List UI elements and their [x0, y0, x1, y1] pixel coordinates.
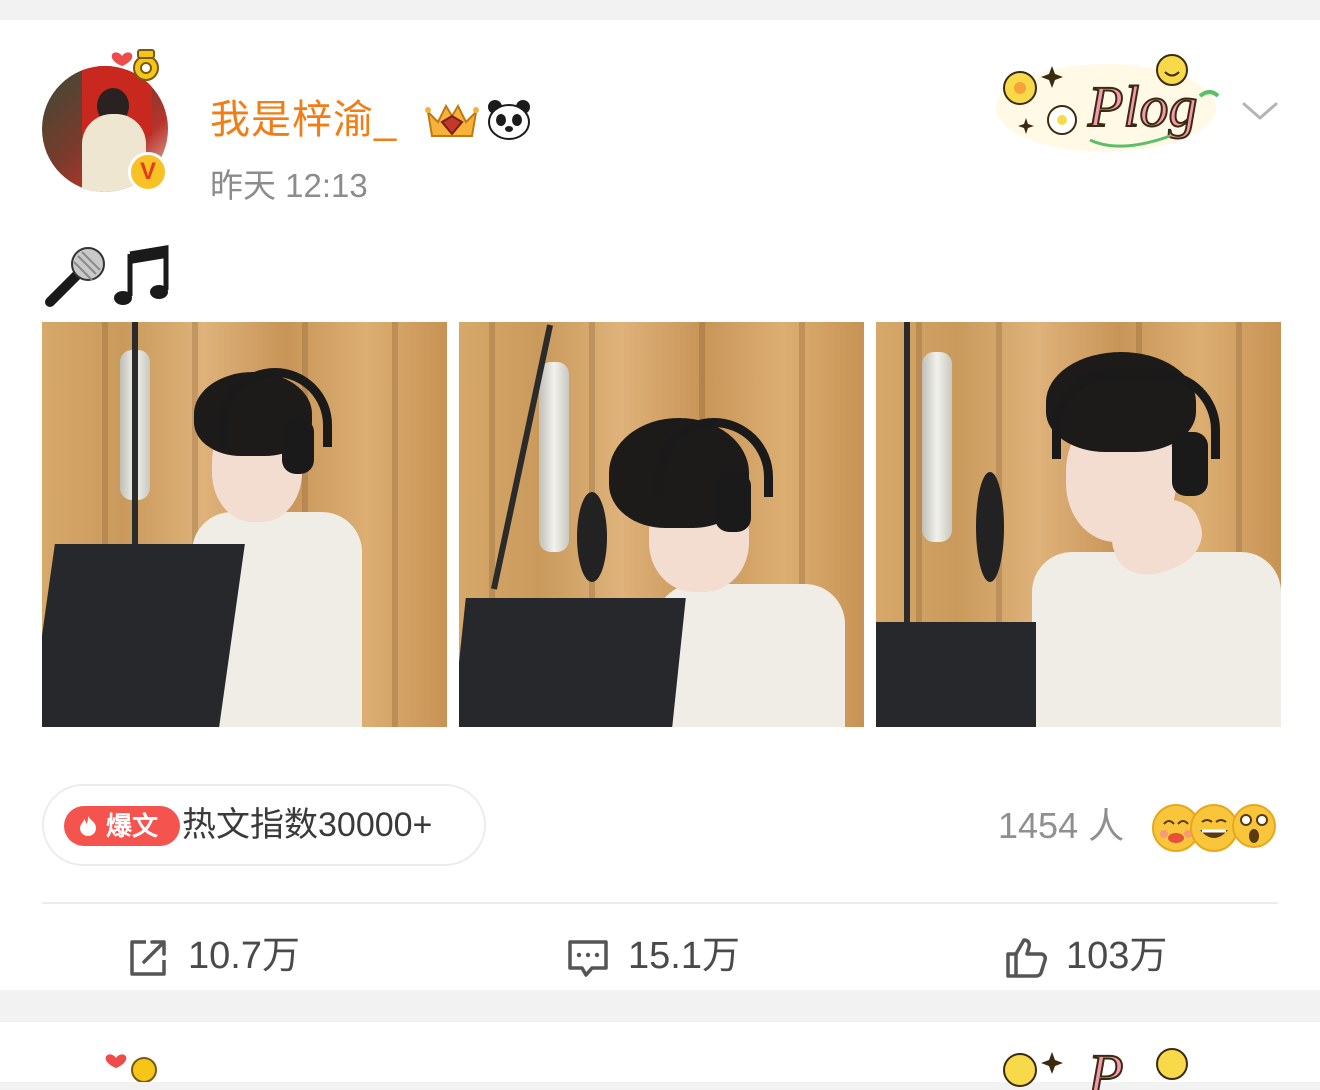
fire-icon	[80, 816, 96, 836]
reaction-emoji-icons[interactable]	[1150, 800, 1278, 854]
thumbs-up-icon	[1006, 938, 1047, 978]
reaction-count[interactable]: 1454 人	[998, 804, 1124, 848]
next-post-card[interactable]: P	[0, 1022, 1320, 1090]
svg-text:Plog: Plog	[1087, 74, 1198, 139]
svg-text:P: P	[1087, 1042, 1123, 1090]
post-time: 昨天 12:13	[210, 167, 368, 204]
post-image-1[interactable]	[42, 322, 447, 727]
plog-sticker-icon: P	[1003, 1041, 1188, 1090]
hot-post-badge[interactable]: 爆文 热文指数30000+	[42, 784, 486, 866]
panda-icon	[488, 100, 530, 140]
comment-count: 15.1万	[628, 935, 740, 977]
hot-tag: 爆文	[64, 806, 180, 846]
crown-badge-icon	[425, 103, 479, 137]
repost-icon	[130, 940, 166, 976]
hot-tag-label: 爆文	[106, 811, 159, 841]
post-image-3[interactable]	[876, 322, 1281, 727]
verified-badge-icon: V	[128, 152, 168, 192]
repost-count: 10.7万	[188, 935, 300, 977]
avatar-decoration-icon	[111, 49, 159, 81]
post-image-2[interactable]	[459, 322, 864, 727]
plog-sticker-icon: Plog	[996, 54, 1220, 152]
hot-index-text: 热文指数30000+	[182, 806, 433, 844]
divider	[42, 902, 1278, 904]
microphone-icon	[45, 247, 105, 307]
username[interactable]: 我是梓渝_	[210, 96, 397, 144]
like-count: 103万	[1066, 935, 1168, 977]
comment-icon	[568, 940, 608, 977]
music-note-icon	[114, 245, 169, 305]
chevron-down-icon[interactable]	[1240, 96, 1280, 126]
avatar-decoration-icon	[105, 1054, 157, 1082]
post-card[interactable]: V 我是梓渝_ 昨天 12:13 Plog 爆文 热文指数30000+ 1454…	[0, 20, 1320, 990]
